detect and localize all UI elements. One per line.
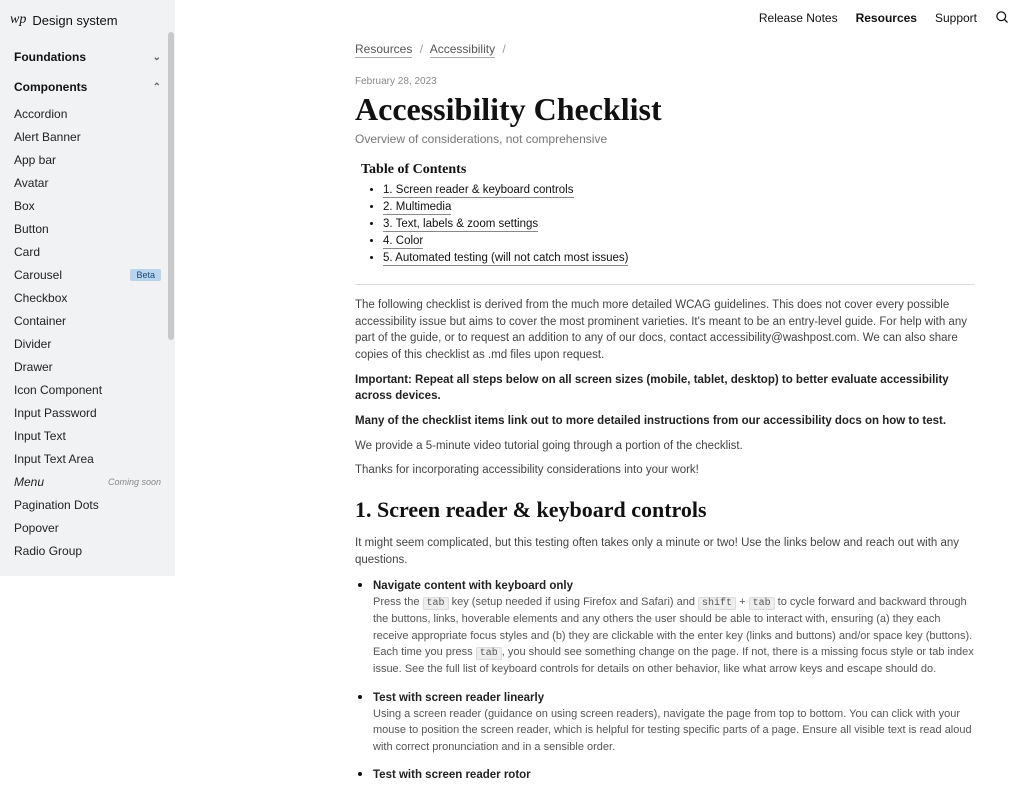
sidebar-section-components[interactable]: Components ⌃ xyxy=(0,72,175,102)
sidebar-item[interactable]: Accordion xyxy=(0,102,175,125)
toc-item[interactable]: 3. Text, labels & zoom settings xyxy=(383,218,975,230)
sidebar-item[interactable]: Container xyxy=(0,309,175,332)
intro-linkout: Many of the checklist items link out to … xyxy=(355,413,975,430)
sidebar-item[interactable]: App bar xyxy=(0,148,175,171)
page-title: Accessibility Checklist xyxy=(355,91,975,128)
step-body: Press the tab key (setup needed if using… xyxy=(373,594,975,678)
toc-item[interactable]: 5. Automated testing (will not catch mos… xyxy=(383,252,975,264)
sidebar: wp Design system Foundations ⌄ Component… xyxy=(0,0,175,576)
sidebar-item[interactable]: Avatar xyxy=(0,171,175,194)
intro-important: Important: Repeat all steps below on all… xyxy=(355,372,975,405)
section-heading: 1. Screen reader & keyboard controls xyxy=(355,497,975,523)
brand-name: Design system xyxy=(32,13,117,28)
intro-video: We provide a 5-minute video tutorial goi… xyxy=(355,438,975,455)
toc-list: 1. Screen reader & keyboard controls 2. … xyxy=(355,184,975,264)
sidebar-item[interactable]: Input Password xyxy=(0,401,175,424)
page-date: February 28, 2023 xyxy=(355,76,975,87)
sidebar-item[interactable]: Checkbox xyxy=(0,286,175,309)
sidebar-item[interactable]: Popover xyxy=(0,516,175,539)
sidebar-list: Accordion Alert Banner App bar Avatar Bo… xyxy=(0,102,175,570)
toc-item[interactable]: 2. Multimedia xyxy=(383,201,975,213)
sidebar-item[interactable]: Card xyxy=(0,240,175,263)
intro-paragraph: The following checklist is derived from … xyxy=(355,297,975,364)
divider xyxy=(355,284,975,285)
nav-resources[interactable]: Resources xyxy=(856,11,917,25)
nav-release-notes[interactable]: Release Notes xyxy=(759,11,838,25)
step-title: Navigate content with keyboard only xyxy=(373,580,975,592)
step-item: Test with screen reader rotor xyxy=(373,765,975,781)
page-subtitle: Overview of considerations, not comprehe… xyxy=(355,132,975,146)
chevron-up-icon: ⌃ xyxy=(153,82,161,93)
main-content: Resources / Accessibility / February 28,… xyxy=(355,42,975,790)
sidebar-item[interactable]: MenuComing soon xyxy=(0,470,175,493)
sidebar-section-label: Components xyxy=(14,80,87,94)
sidebar-item[interactable]: Pagination Dots xyxy=(0,493,175,516)
top-nav: Release Notes Resources Support xyxy=(759,0,1024,25)
section-intro: It might seem complicated, but this test… xyxy=(355,535,975,568)
intro-thanks: Thanks for incorporating accessibility c… xyxy=(355,462,975,479)
sidebar-section-label: Foundations xyxy=(14,50,86,64)
breadcrumb: Resources / Accessibility / xyxy=(355,42,975,56)
brand[interactable]: wp Design system xyxy=(0,6,175,42)
scrollbar-track[interactable] xyxy=(167,0,175,576)
chevron-down-icon: ⌄ xyxy=(153,52,161,63)
badge-coming-soon: Coming soon xyxy=(108,477,161,487)
keycap: tab xyxy=(749,597,775,610)
sidebar-item[interactable]: Divider xyxy=(0,332,175,355)
step-title: Test with screen reader rotor xyxy=(373,769,975,781)
keycap: tab xyxy=(423,597,449,610)
scrollbar-thumb[interactable] xyxy=(168,32,174,340)
nav-support[interactable]: Support xyxy=(935,11,977,25)
step-item: Navigate content with keyboard only Pres… xyxy=(373,576,975,678)
sidebar-item[interactable]: Input Text xyxy=(0,424,175,447)
breadcrumb-separator: / xyxy=(502,42,505,56)
sidebar-item[interactable]: Radio Group xyxy=(0,539,175,562)
toc-heading: Table of Contents xyxy=(361,162,975,178)
breadcrumb-separator: / xyxy=(420,42,423,56)
steps-list: Navigate content with keyboard only Pres… xyxy=(355,576,975,781)
sidebar-item[interactable]: Alert Banner xyxy=(0,125,175,148)
sidebar-item[interactable]: Drawer xyxy=(0,355,175,378)
sidebar-item[interactable]: Box xyxy=(0,194,175,217)
breadcrumb-link[interactable]: Accessibility xyxy=(430,42,495,58)
brand-icon: wp xyxy=(10,12,26,28)
step-title: Test with screen reader linearly xyxy=(373,692,975,704)
toc-item[interactable]: 1. Screen reader & keyboard controls xyxy=(383,184,975,196)
keycap: tab xyxy=(476,647,502,660)
sidebar-item[interactable]: Icon Component xyxy=(0,378,175,401)
keycap: shift xyxy=(698,597,736,610)
sidebar-item[interactable]: CarouselBeta xyxy=(0,263,175,286)
sidebar-section-foundations[interactable]: Foundations ⌄ xyxy=(0,42,175,72)
search-icon[interactable] xyxy=(995,10,1010,25)
sidebar-item[interactable]: Button xyxy=(0,217,175,240)
toc-item[interactable]: 4. Color xyxy=(383,235,975,247)
breadcrumb-link[interactable]: Resources xyxy=(355,42,412,58)
sidebar-item[interactable]: Input Text Area xyxy=(0,447,175,470)
step-body: Using a screen reader (guidance on using… xyxy=(373,706,975,756)
step-item: Test with screen reader linearly Using a… xyxy=(373,688,975,756)
badge-beta: Beta xyxy=(130,269,161,281)
